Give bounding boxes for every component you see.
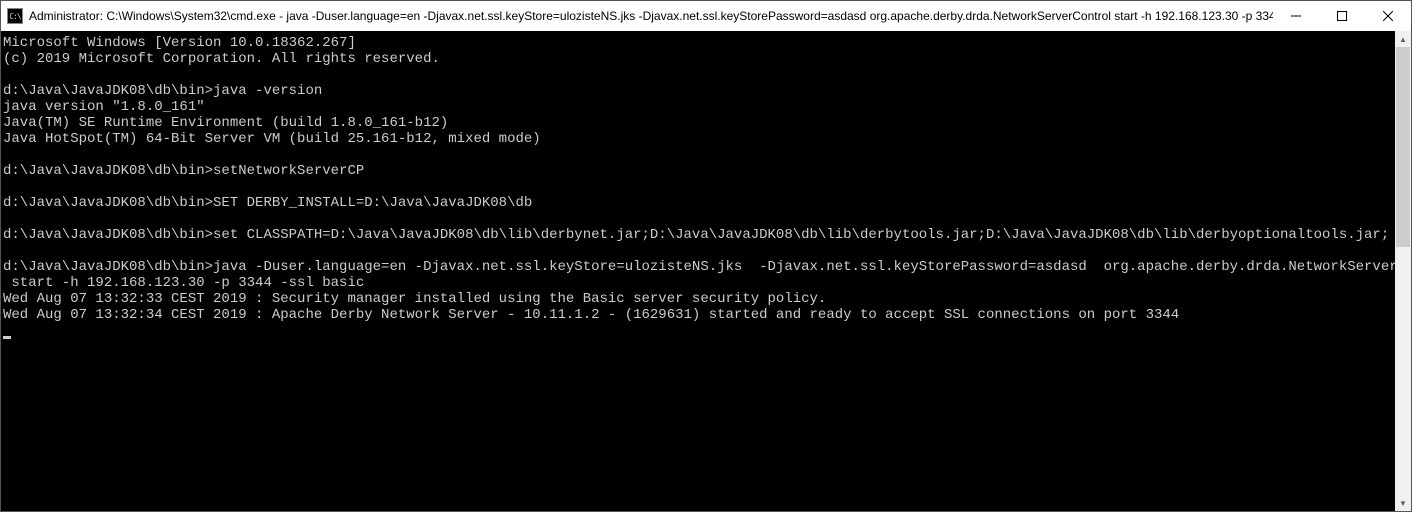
titlebar[interactable]: C:\ Administrator: C:\Windows\System32\c… (1, 1, 1411, 31)
maximize-button[interactable] (1319, 1, 1365, 31)
terminal-line: d:\Java\JavaJDK08\db\bin>java -Duser.lan… (3, 259, 1393, 275)
terminal-line: Wed Aug 07 13:32:34 CEST 2019 : Apache D… (3, 307, 1393, 323)
scroll-up-arrow[interactable]: ▲ (1395, 31, 1411, 47)
window-title: Administrator: C:\Windows\System32\cmd.e… (29, 9, 1273, 23)
terminal-line: Wed Aug 07 13:32:33 CEST 2019 : Security… (3, 291, 1393, 307)
terminal-line: Java HotSpot(TM) 64-Bit Server VM (build… (3, 131, 1393, 147)
close-icon (1383, 11, 1393, 21)
terminal-line (3, 67, 1393, 83)
terminal-line: d:\Java\JavaJDK08\db\bin>java -version (3, 83, 1393, 99)
scrollbar-thumb[interactable] (1396, 47, 1410, 247)
minimize-icon (1291, 11, 1301, 21)
vertical-scrollbar[interactable]: ▲ ▼ (1395, 31, 1411, 511)
terminal-line: Java(TM) SE Runtime Environment (build 1… (3, 115, 1393, 131)
close-button[interactable] (1365, 1, 1411, 31)
maximize-icon (1337, 11, 1347, 21)
terminal-line (3, 147, 1393, 163)
terminal-line (3, 179, 1393, 195)
cmd-icon: C:\ (7, 8, 23, 24)
terminal-line: java version "1.8.0_161" (3, 99, 1393, 115)
cursor (3, 336, 11, 339)
terminal-line: Microsoft Windows [Version 10.0.18362.26… (3, 35, 1393, 51)
terminal-area: Microsoft Windows [Version 10.0.18362.26… (1, 31, 1411, 511)
minimize-button[interactable] (1273, 1, 1319, 31)
terminal-cursor-line (3, 323, 1393, 339)
terminal-line: d:\Java\JavaJDK08\db\bin>SET DERBY_INSTA… (3, 195, 1393, 211)
terminal-line: start -h 192.168.123.30 -p 3344 -ssl bas… (3, 275, 1393, 291)
terminal-line: d:\Java\JavaJDK08\db\bin>set CLASSPATH=D… (3, 227, 1393, 243)
cmd-window: C:\ Administrator: C:\Windows\System32\c… (0, 0, 1412, 512)
window-controls (1273, 1, 1411, 31)
terminal-line (3, 243, 1393, 259)
terminal-line (3, 211, 1393, 227)
scroll-down-arrow[interactable]: ▼ (1395, 495, 1411, 511)
terminal-line: (c) 2019 Microsoft Corporation. All righ… (3, 51, 1393, 67)
terminal-output[interactable]: Microsoft Windows [Version 10.0.18362.26… (1, 31, 1395, 511)
terminal-line: d:\Java\JavaJDK08\db\bin>setNetworkServe… (3, 163, 1393, 179)
